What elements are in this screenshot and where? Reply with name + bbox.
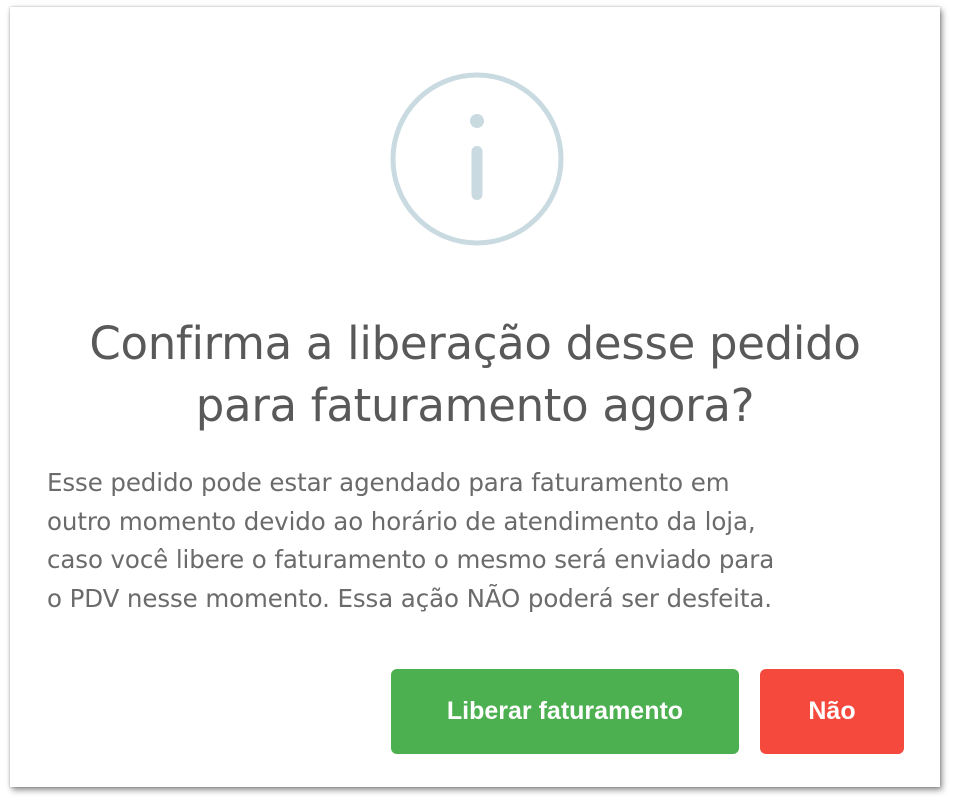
dialog-title-line: Confirma a liberação desse pedido xyxy=(89,317,861,370)
dialog-message: Esse pedido pode estar agendado para fat… xyxy=(47,464,917,618)
dialog-message-line: caso você libere o faturamento o mesmo s… xyxy=(47,545,775,574)
dialog-message-line: o PDV nesse momento. Essa ação NÃO poder… xyxy=(47,583,772,613)
dialog-message-line: outro momento devido ao horário de atend… xyxy=(47,506,756,536)
confirm-dialog: Confirma a liberação desse pedido para f… xyxy=(10,7,940,787)
release-billing-button[interactable]: Liberar faturamento xyxy=(391,669,739,754)
info-circle-icon xyxy=(389,71,565,247)
cancel-button[interactable]: Não xyxy=(760,669,904,754)
dialog-title-line: para faturamento agora? xyxy=(195,379,755,432)
dialog-title: Confirma a liberação desse pedido para f… xyxy=(10,313,940,437)
dialog-message-line: Esse pedido pode estar agendado para fat… xyxy=(47,468,730,497)
